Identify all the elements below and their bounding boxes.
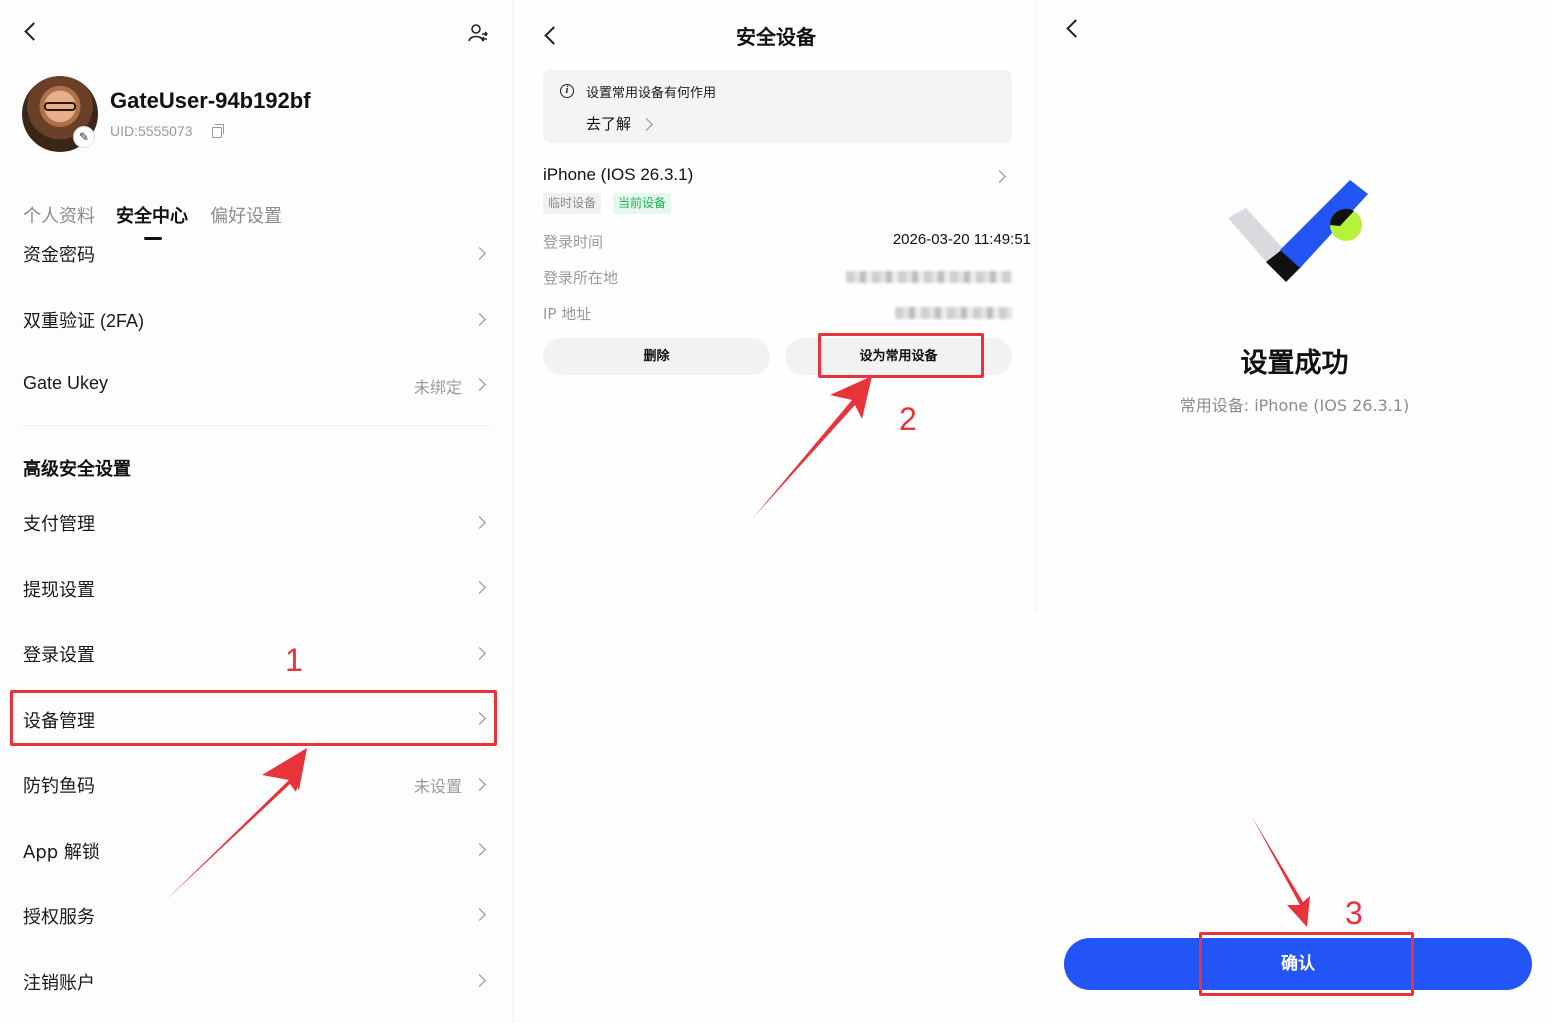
row-fund-password-label: 资金密码	[23, 245, 95, 266]
active-tab-indicator	[144, 237, 162, 240]
learn-more-link[interactable]: 去了解	[586, 113, 631, 134]
row-antiphishing-value: 未设置	[414, 777, 463, 796]
login-time-value: 2026-03-20 11:49:51	[892, 231, 1031, 248]
edit-avatar-icon[interactable]: ✎	[73, 126, 95, 148]
row-delete-account-label: 注销账户	[23, 973, 95, 994]
highlight-box-step2	[818, 333, 984, 378]
chevron-right-icon	[474, 515, 488, 529]
login-time-label: 登录时间	[543, 233, 604, 251]
chevron-right-icon	[474, 377, 488, 391]
advanced-security-title: 高级安全设置	[23, 459, 131, 480]
back-icon[interactable]	[540, 24, 562, 46]
back-icon[interactable]	[20, 20, 42, 42]
row-ukey-value: 未绑定	[414, 378, 463, 397]
chevron-right-icon	[474, 907, 488, 921]
tab-profile[interactable]: 个人资料	[23, 202, 95, 228]
chevron-right-icon	[474, 646, 488, 660]
row-ukey-label: Gate Ukey	[23, 373, 109, 393]
switch-account-icon[interactable]	[467, 22, 489, 44]
redacted-location	[846, 271, 1012, 283]
row-authorization-label: 授权服务	[23, 907, 95, 928]
tab-security-center[interactable]: 安全中心	[116, 202, 188, 228]
current-device-badge: 当前设备	[613, 193, 672, 214]
security-devices-panel	[514, 0, 1034, 1023]
highlight-box-step3	[1199, 932, 1414, 996]
step-number-2: 2	[899, 401, 917, 437]
info-icon: i	[560, 84, 574, 98]
chevron-right-icon	[474, 246, 488, 260]
success-subtitle: 常用设备: iPhone (IOS 26.3.1)	[1179, 396, 1410, 415]
chevron-right-icon[interactable]	[994, 169, 1008, 183]
row-app-unlock-label: App 解锁	[23, 842, 100, 863]
username: GateUser-94b192bf	[110, 88, 311, 113]
temp-device-badge: 临时设备	[543, 193, 602, 214]
ip-address-label: IP 地址	[543, 305, 592, 323]
redacted-ip	[895, 307, 1012, 319]
success-title: 设置成功	[1240, 348, 1349, 379]
chevron-right-icon	[641, 117, 655, 131]
step-number-1: 1	[285, 642, 303, 678]
chevron-right-icon	[474, 580, 488, 594]
chevron-right-icon	[474, 777, 488, 791]
back-icon[interactable]	[1062, 17, 1084, 39]
row-login-settings-label: 登录设置	[23, 645, 95, 666]
profile-panel: ✎ GateUser-94b192bf UID:5555073 个人资料 安全中…	[0, 0, 513, 1023]
divider	[22, 425, 490, 426]
page-title: 安全设备	[736, 25, 816, 49]
info-text: 设置常用设备有何作用	[586, 86, 717, 101]
row-antiphishing-label: 防钓鱼码	[23, 776, 95, 797]
chevron-right-icon	[474, 312, 488, 326]
success-panel	[1036, 0, 1553, 1023]
row-payment-label: 支付管理	[23, 514, 95, 535]
success-check-icon	[1228, 180, 1368, 282]
device-name[interactable]: iPhone (IOS 26.3.1)	[543, 165, 693, 185]
highlight-box-step1	[10, 690, 497, 746]
uid-text: UID:5555073	[110, 123, 193, 139]
delete-button[interactable]: 删除	[543, 338, 770, 375]
step-number-3: 3	[1345, 895, 1363, 931]
login-location-label: 登录所在地	[543, 269, 619, 287]
tab-preferences[interactable]: 偏好设置	[210, 202, 282, 228]
chevron-right-icon	[474, 842, 488, 856]
learn-more-label: 去了解	[586, 115, 632, 133]
chevron-right-icon	[474, 973, 488, 987]
row-withdraw-label: 提现设置	[23, 580, 95, 601]
row-2fa-label: 双重验证 (2FA)	[23, 311, 145, 331]
copy-icon[interactable]	[212, 124, 224, 138]
